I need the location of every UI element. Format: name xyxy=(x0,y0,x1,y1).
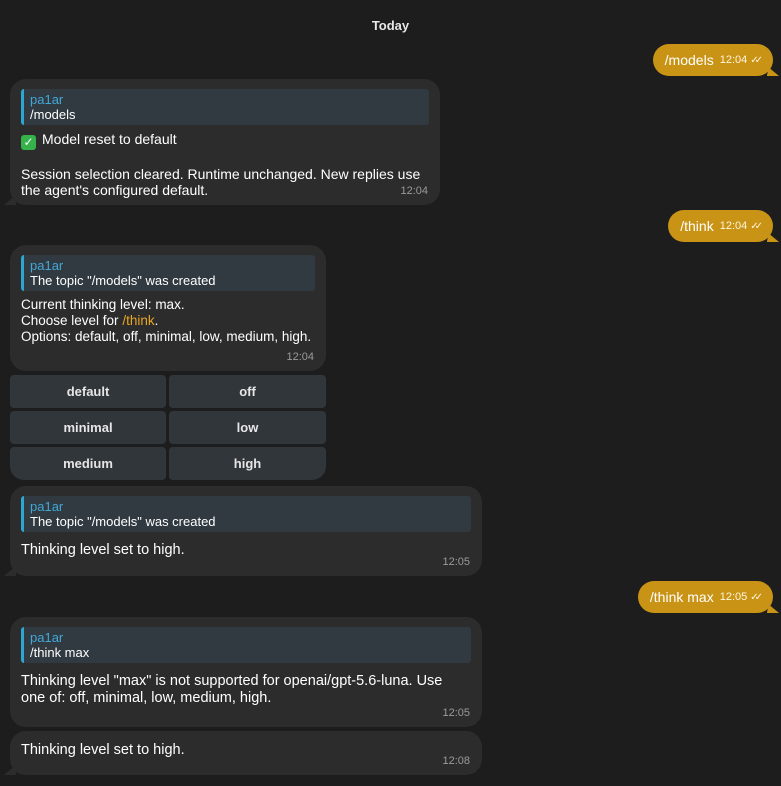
reply-author: pa1ar xyxy=(30,258,64,273)
message-time: 12:08 xyxy=(442,755,470,767)
outgoing-message-models[interactable]: /models 12:04 ✓✓ xyxy=(652,44,773,76)
message-text: /think xyxy=(680,218,714,234)
message-time: 12:04 xyxy=(719,220,748,232)
keyboard-button-off[interactable]: off xyxy=(169,375,326,408)
outgoing-message-think-max[interactable]: /think max 12:05 ✓✓ xyxy=(637,581,773,613)
message-line-suffix: . xyxy=(154,313,159,328)
keyboard-button-default[interactable]: default xyxy=(10,375,166,408)
command-link[interactable]: /think xyxy=(122,313,154,328)
check-mark-emoji-icon: ✓ xyxy=(21,135,36,150)
message-text: /models xyxy=(664,52,714,68)
message-meta: 12:04 ✓✓ xyxy=(719,220,763,232)
message-time: 12:05 xyxy=(719,591,748,603)
message-time: 12:05 xyxy=(442,556,470,568)
incoming-message-level-set-final[interactable]: Thinking level set to high. 12:08 xyxy=(10,731,482,775)
keyboard-button-low[interactable]: low xyxy=(169,411,326,444)
reply-preview[interactable]: pa1ar /models xyxy=(21,89,429,125)
date-separator: Today xyxy=(371,18,410,33)
reply-preview[interactable]: pa1ar /think max xyxy=(21,627,471,663)
message-body: Session selection cleared. Runtime uncha… xyxy=(21,166,421,198)
reply-quote: The topic "/models" was created xyxy=(30,514,216,529)
message-line: Choose level for /think. xyxy=(21,313,315,329)
incoming-message-model-reset[interactable]: pa1ar /models ✓ Model reset to default Se… xyxy=(10,79,440,205)
message-line: Options: default, off, minimal, low, med… xyxy=(21,329,312,344)
message-body: Current thinking level: max. Choose leve… xyxy=(21,297,315,345)
reply-quote: /models xyxy=(30,107,76,122)
double-check-icon: ✓✓ xyxy=(750,591,763,603)
reply-quote: /think max xyxy=(30,645,90,660)
message-time: 12:04 xyxy=(400,185,428,197)
message-time: 12:04 xyxy=(286,351,314,363)
keyboard-button-minimal[interactable]: minimal xyxy=(10,411,166,444)
double-check-icon: ✓✓ xyxy=(750,54,763,66)
message-meta: 12:04 ✓✓ xyxy=(719,54,763,66)
reply-quote: The topic "/models" was created xyxy=(30,273,216,288)
double-check-icon: ✓✓ xyxy=(750,220,763,232)
message-time: 12:05 xyxy=(442,707,470,719)
reply-author: pa1ar xyxy=(30,92,64,107)
reply-author: pa1ar xyxy=(30,630,64,645)
incoming-message-level-unsupported[interactable]: pa1ar /think max Thinking level "max" is… xyxy=(10,617,482,727)
reply-preview[interactable]: pa1ar The topic "/models" was created xyxy=(21,255,315,291)
incoming-message-level-set[interactable]: pa1ar The topic "/models" was created Th… xyxy=(10,486,482,576)
reply-author: pa1ar xyxy=(30,499,64,514)
keyboard-button-high[interactable]: high xyxy=(169,447,326,480)
message-text: /think max xyxy=(649,589,714,605)
message-body: Thinking level set to high. xyxy=(21,542,185,558)
message-body: Thinking level set to high. xyxy=(21,742,185,758)
incoming-message-thinking-options[interactable]: pa1ar The topic "/models" was created Cu… xyxy=(10,245,326,371)
message-meta: 12:05 ✓✓ xyxy=(719,591,763,603)
message-body: Thinking level "max" is not supported fo… xyxy=(21,673,443,706)
message-title-row: ✓ Model reset to default xyxy=(21,131,429,150)
message-title: Model reset to default xyxy=(42,131,177,147)
keyboard-button-medium[interactable]: medium xyxy=(10,447,166,480)
message-time: 12:04 xyxy=(719,54,748,66)
reply-preview[interactable]: pa1ar The topic "/models" was created xyxy=(21,496,471,532)
message-line: Current thinking level: max. xyxy=(21,297,185,312)
outgoing-message-think[interactable]: /think 12:04 ✓✓ xyxy=(668,210,773,242)
message-line-prefix: Choose level for xyxy=(21,313,123,328)
